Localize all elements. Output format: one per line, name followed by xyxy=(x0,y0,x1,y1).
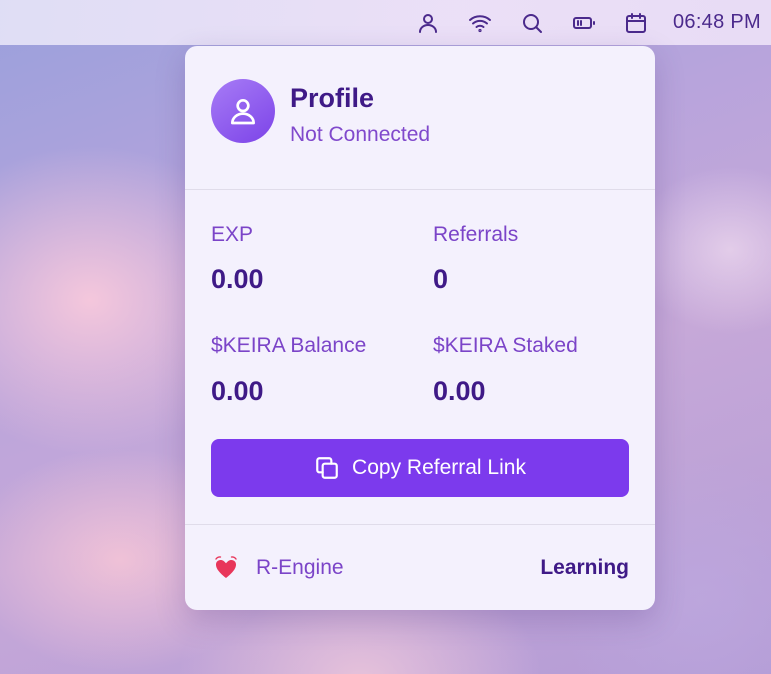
avatar[interactable] xyxy=(211,79,275,143)
user-icon xyxy=(231,99,255,125)
clock[interactable]: 06:48 PM xyxy=(673,11,761,34)
profile-header: Profile Not Connected xyxy=(185,46,655,190)
engine-label: R-Engine xyxy=(256,556,344,579)
copy-icon xyxy=(316,457,338,479)
battery-icon[interactable] xyxy=(571,10,597,36)
menu-bar: 06:48 PM xyxy=(0,0,771,45)
balance-value: 0.00 xyxy=(211,376,264,406)
user-icon[interactable] xyxy=(415,10,441,36)
copy-referral-link-button[interactable]: Copy Referral Link xyxy=(211,439,629,497)
calendar-icon[interactable] xyxy=(623,10,649,36)
wifi-icon[interactable] xyxy=(467,10,493,36)
profile-panel: Profile Not Connected EXP 0.00 Referrals… xyxy=(185,46,655,610)
search-icon[interactable] xyxy=(519,10,545,36)
exp-label: EXP xyxy=(211,223,254,246)
engine-footer: R-Engine Learning xyxy=(185,524,655,610)
connection-status: Not Connected xyxy=(290,123,431,146)
staked-label: $KEIRA Staked xyxy=(433,334,578,357)
heart-icon xyxy=(215,556,237,578)
profile-title: Profile xyxy=(290,83,375,113)
referrals-value: 0 xyxy=(433,264,449,294)
engine-mode: Learning xyxy=(540,556,629,579)
exp-value: 0.00 xyxy=(211,264,264,294)
balance-label: $KEIRA Balance xyxy=(211,334,367,357)
staked-value: 0.00 xyxy=(433,376,486,406)
copy-referral-link-label: Copy Referral Link xyxy=(352,456,526,479)
referrals-label: Referrals xyxy=(433,223,519,246)
